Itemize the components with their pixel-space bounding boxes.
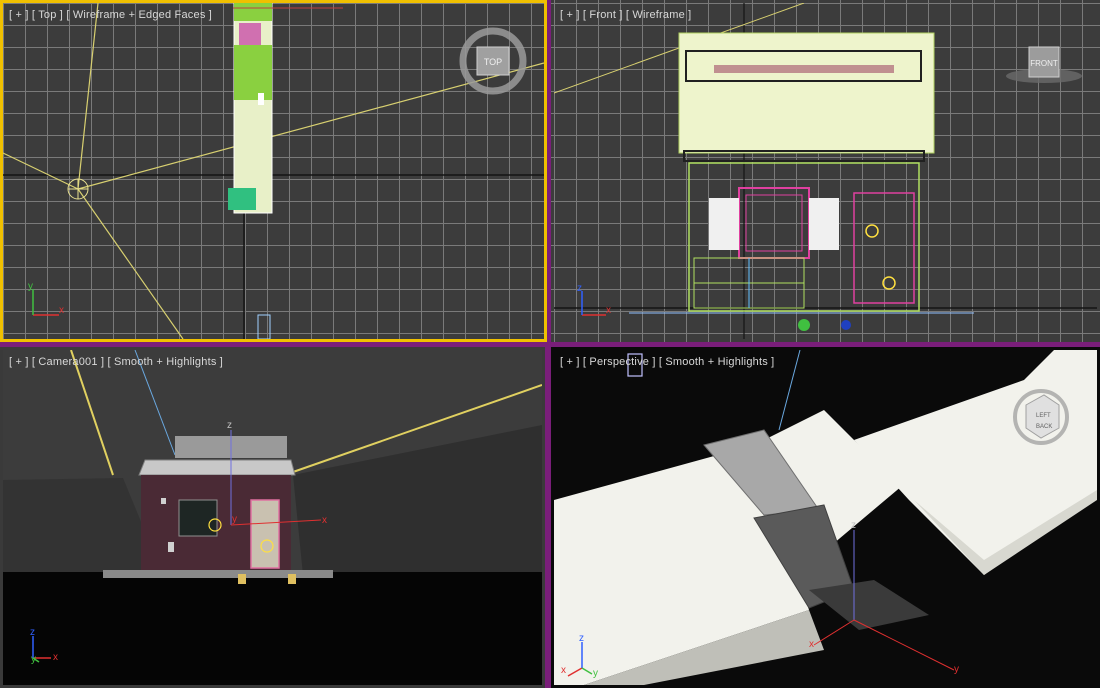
roof-beam	[714, 65, 894, 73]
window	[178, 499, 218, 537]
door	[250, 499, 280, 569]
perspective-scene: z x y LEFT BACK x z y	[554, 350, 1097, 685]
building-roof-strip	[234, 3, 272, 21]
roof-front	[138, 459, 296, 476]
axis-y-label: y	[31, 654, 36, 665]
viewport-label-top[interactable]: [ + ] [ Top ] [ Wireframe + Edged Faces …	[9, 9, 212, 21]
floor-tiles	[809, 580, 929, 630]
axis-x-label: x	[59, 305, 64, 316]
light-gizmo	[882, 276, 896, 290]
viewcube-left-label[interactable]: LEFT	[1036, 413, 1051, 419]
gizmo-y-label: y	[954, 664, 959, 675]
gizmo-x-label: x	[322, 515, 327, 526]
ground-plane-right	[854, 350, 1097, 575]
gizmo-x-line	[813, 619, 855, 646]
camera-frustum-line	[77, 3, 99, 190]
object-marker	[798, 319, 810, 331]
target-line	[778, 350, 801, 431]
viewport-perspective[interactable]: [ + ] [ Perspective ] [ Smooth + Highlig…	[551, 347, 1100, 688]
viewport-label-front[interactable]: [ + ] [ Front ] [ Wireframe ]	[560, 9, 691, 21]
viewcube-label[interactable]: TOP	[484, 57, 502, 67]
gizmo-z-label: z	[227, 420, 232, 431]
viewport-camera[interactable]: [ + ] [ Camera001 ] [ Smooth + Highlight…	[0, 347, 545, 688]
building-element	[228, 188, 256, 210]
gizmo-y-line	[853, 619, 955, 671]
camera-frustum-line	[3, 152, 79, 190]
step-marker	[288, 574, 296, 584]
building-roof-strip	[234, 45, 272, 100]
light-gizmo	[865, 224, 879, 238]
axis-x-label: x	[53, 652, 58, 663]
axis-y-label: y	[593, 668, 598, 679]
viewport-front[interactable]: [ + ] [ Front ] [ Wireframe ] FRONT x z	[551, 0, 1100, 342]
camera-frustum-line	[77, 188, 184, 339]
building-element	[239, 23, 261, 45]
fixture	[161, 498, 166, 504]
viewcube-label[interactable]: FRONT	[1030, 59, 1058, 68]
gizmo-z-label: z	[851, 520, 856, 531]
sidewalk	[103, 570, 333, 578]
wall-panel	[809, 198, 839, 250]
axis-y-label: y	[28, 281, 33, 292]
front-scene: FRONT x z	[554, 3, 1097, 339]
viewcube-back-label[interactable]: BACK	[1036, 424, 1052, 430]
axis-x-label: x	[561, 665, 566, 676]
window-frame-inner	[745, 194, 803, 252]
object-marker	[841, 320, 851, 330]
light-object	[257, 314, 271, 339]
top-scene: TOP x y	[3, 3, 544, 339]
step-marker	[238, 574, 246, 584]
gizmo-x-label: x	[809, 639, 814, 650]
building-element	[258, 93, 264, 105]
axis-z-label: z	[579, 633, 584, 644]
viewport-top[interactable]: [ + ] [ Top ] [ Wireframe + Edged Faces …	[0, 0, 547, 342]
viewport-label-camera[interactable]: [ + ] [ Camera001 ] [ Smooth + Highlight…	[9, 356, 223, 368]
gizmo-y-label: y	[232, 514, 237, 525]
axis-x-label: x	[606, 305, 611, 316]
axis-z-label: z	[30, 627, 35, 638]
floor-dark	[3, 572, 542, 685]
wall-panel	[709, 198, 739, 250]
axis-z-label: z	[577, 283, 582, 294]
window-frame-magenta	[738, 187, 810, 259]
fixture	[168, 542, 174, 552]
viewport-label-perspective[interactable]: [ + ] [ Perspective ] [ Smooth + Highlig…	[560, 356, 774, 368]
camera-scene: z x y x z y	[3, 350, 542, 685]
